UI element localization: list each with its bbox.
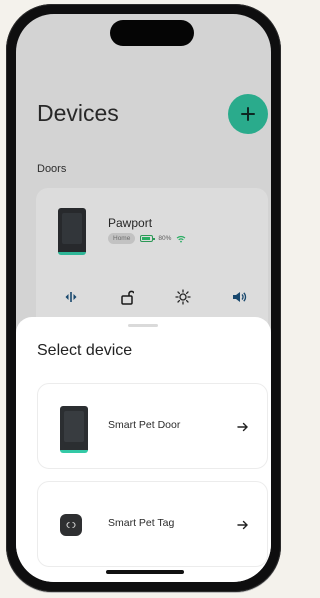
phone-frame: Devices Doors Pawport Home 80% Select de… bbox=[6, 4, 281, 592]
select-device-sheet: Select device Smart Pet Door Smart Pet T… bbox=[16, 317, 271, 582]
option-label: Smart Pet Door bbox=[108, 419, 181, 431]
home-indicator[interactable] bbox=[106, 570, 184, 574]
dynamic-island bbox=[110, 20, 194, 46]
sheet-grabber[interactable] bbox=[128, 324, 158, 327]
option-smart-pet-door[interactable]: Smart Pet Door bbox=[37, 383, 268, 469]
option-smart-pet-tag[interactable]: Smart Pet Tag bbox=[37, 481, 268, 567]
arrow-right-icon bbox=[237, 520, 248, 530]
sheet-title: Select device bbox=[37, 342, 133, 359]
tag-symbol-icon bbox=[66, 521, 76, 529]
option-label: Smart Pet Tag bbox=[108, 517, 175, 529]
arrow-right-icon bbox=[237, 422, 248, 432]
pet-door-icon bbox=[60, 406, 88, 453]
pet-tag-icon bbox=[60, 514, 82, 536]
screen: Devices Doors Pawport Home 80% Select de… bbox=[16, 14, 271, 582]
